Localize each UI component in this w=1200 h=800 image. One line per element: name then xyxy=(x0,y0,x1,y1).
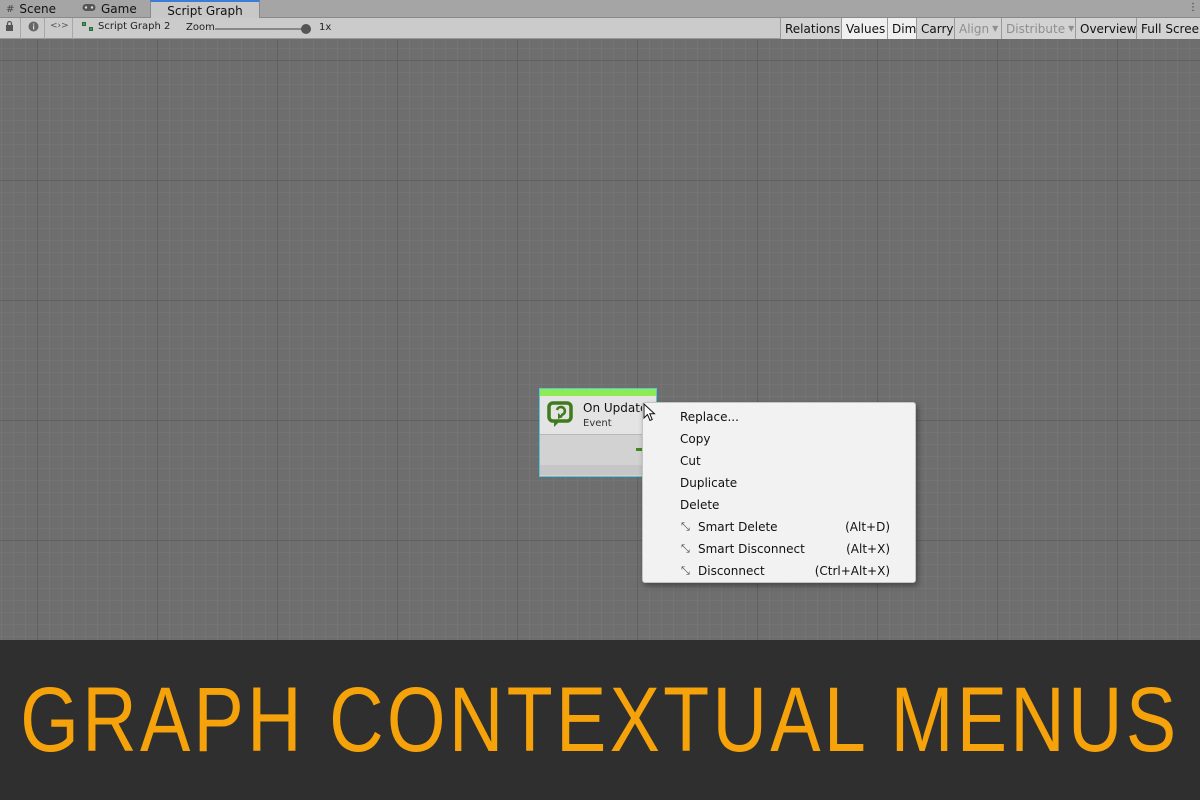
lock-icon[interactable] xyxy=(5,20,14,34)
menu-item-label: Copy xyxy=(680,432,711,446)
button-label: Full Screen xyxy=(1141,21,1200,36)
menu-item-label: Cut xyxy=(680,454,701,468)
menu-item-disconnect[interactable]: ⤡ Disconnect (Ctrl+Alt+X) xyxy=(643,560,915,582)
menu-item-label: Duplicate xyxy=(680,476,738,490)
graph-canvas[interactable] xyxy=(0,39,1200,640)
title-banner: GRAPH CONTEXTUAL MENUS xyxy=(0,640,1200,800)
dim-toggle[interactable]: Dim xyxy=(887,18,916,39)
menu-item-label: Disconnect xyxy=(698,564,765,578)
context-menu: Replace... Copy Cut Duplicate Delete ⤡ S… xyxy=(642,402,916,583)
button-label: Carry xyxy=(921,21,954,36)
menu-item-shortcut: (Alt+D) xyxy=(845,520,890,534)
disconnect-icon: ⤡ xyxy=(681,564,690,577)
zoom-slider-handle[interactable] xyxy=(301,24,311,34)
menu-item-duplicate[interactable]: Duplicate xyxy=(643,472,915,494)
menu-item-label: Smart Delete xyxy=(698,520,778,534)
tab-game[interactable]: Game xyxy=(76,0,143,18)
mouse-cursor-icon xyxy=(643,403,656,422)
tab-label: Script Graph xyxy=(167,3,243,18)
script-graph-icon xyxy=(82,21,94,32)
button-label: Distribute xyxy=(1006,21,1066,36)
event-loop-icon xyxy=(547,401,573,427)
breadcrumb[interactable]: Script Graph 2 xyxy=(82,21,170,32)
gamepad-icon xyxy=(82,3,96,15)
node-subtitle: Event xyxy=(583,418,612,429)
distribute-dropdown[interactable]: Distribute ▼ xyxy=(1001,18,1075,39)
banner-title: GRAPH CONTEXTUAL MENUS xyxy=(20,668,1180,771)
overview-button[interactable]: Overview xyxy=(1075,18,1136,39)
tab-scene[interactable]: # Scene xyxy=(0,0,62,18)
align-dropdown[interactable]: Align ▼ xyxy=(954,18,1001,39)
disconnect-icon: ⤡ xyxy=(681,542,690,555)
menu-item-cut[interactable]: Cut xyxy=(643,450,915,472)
node-body xyxy=(540,435,656,465)
button-label: Relations xyxy=(785,21,841,36)
menu-item-label: Delete xyxy=(680,498,720,512)
kebab-menu-icon[interactable]: ⋮ xyxy=(1188,2,1198,13)
carry-toggle[interactable]: Carry xyxy=(916,18,954,39)
caret-down-icon: ▼ xyxy=(1068,24,1075,33)
menu-item-shortcut: (Alt+X) xyxy=(846,542,890,556)
button-label: Dim xyxy=(892,21,916,36)
grid-icon: # xyxy=(6,3,15,15)
editor-tab-bar: # Scene Game Script Graph ⋮ xyxy=(0,0,1200,19)
menu-item-delete[interactable]: Delete xyxy=(643,494,915,516)
menu-item-smart-disconnect[interactable]: ⤡ Smart Disconnect (Alt+X) xyxy=(643,538,915,560)
button-label: Overview xyxy=(1080,21,1136,36)
button-label: Values xyxy=(846,21,886,36)
values-toggle[interactable]: Values xyxy=(841,18,887,39)
caret-down-icon: ▼ xyxy=(992,24,999,33)
relations-button[interactable]: Relations xyxy=(780,18,841,39)
zoom-label: Zoom xyxy=(186,22,215,33)
node-accent-bar xyxy=(540,389,656,396)
node-footer xyxy=(540,465,656,475)
button-label: Align xyxy=(959,21,990,36)
menu-item-label: Replace... xyxy=(680,410,739,424)
tab-label: Game xyxy=(101,2,137,16)
code-icon[interactable]: <›> xyxy=(50,21,69,31)
menu-item-shortcut: (Ctrl+Alt+X) xyxy=(814,564,890,578)
menu-item-label: Smart Disconnect xyxy=(698,542,805,556)
full-screen-button[interactable]: Full Screen xyxy=(1136,18,1200,39)
zoom-value: 1x xyxy=(319,22,332,33)
menu-item-replace[interactable]: Replace... xyxy=(643,406,915,428)
info-icon[interactable] xyxy=(28,21,39,35)
tab-label: Scene xyxy=(19,2,56,16)
menu-item-copy[interactable]: Copy xyxy=(643,428,915,450)
disconnect-icon: ⤡ xyxy=(681,520,690,533)
breadcrumb-label: Script Graph 2 xyxy=(98,21,171,32)
graph-toolbar: <›> Script Graph 2 Zoom 1x Relations Val… xyxy=(0,18,1200,39)
zoom-slider[interactable] xyxy=(215,24,311,34)
tab-script-graph[interactable]: Script Graph xyxy=(150,0,260,19)
on-update-event-node[interactable]: On Update Event xyxy=(539,388,657,477)
node-title: On Update xyxy=(583,401,648,415)
menu-item-smart-delete[interactable]: ⤡ Smart Delete (Alt+D) xyxy=(643,516,915,538)
node-header[interactable]: On Update Event xyxy=(540,396,656,435)
